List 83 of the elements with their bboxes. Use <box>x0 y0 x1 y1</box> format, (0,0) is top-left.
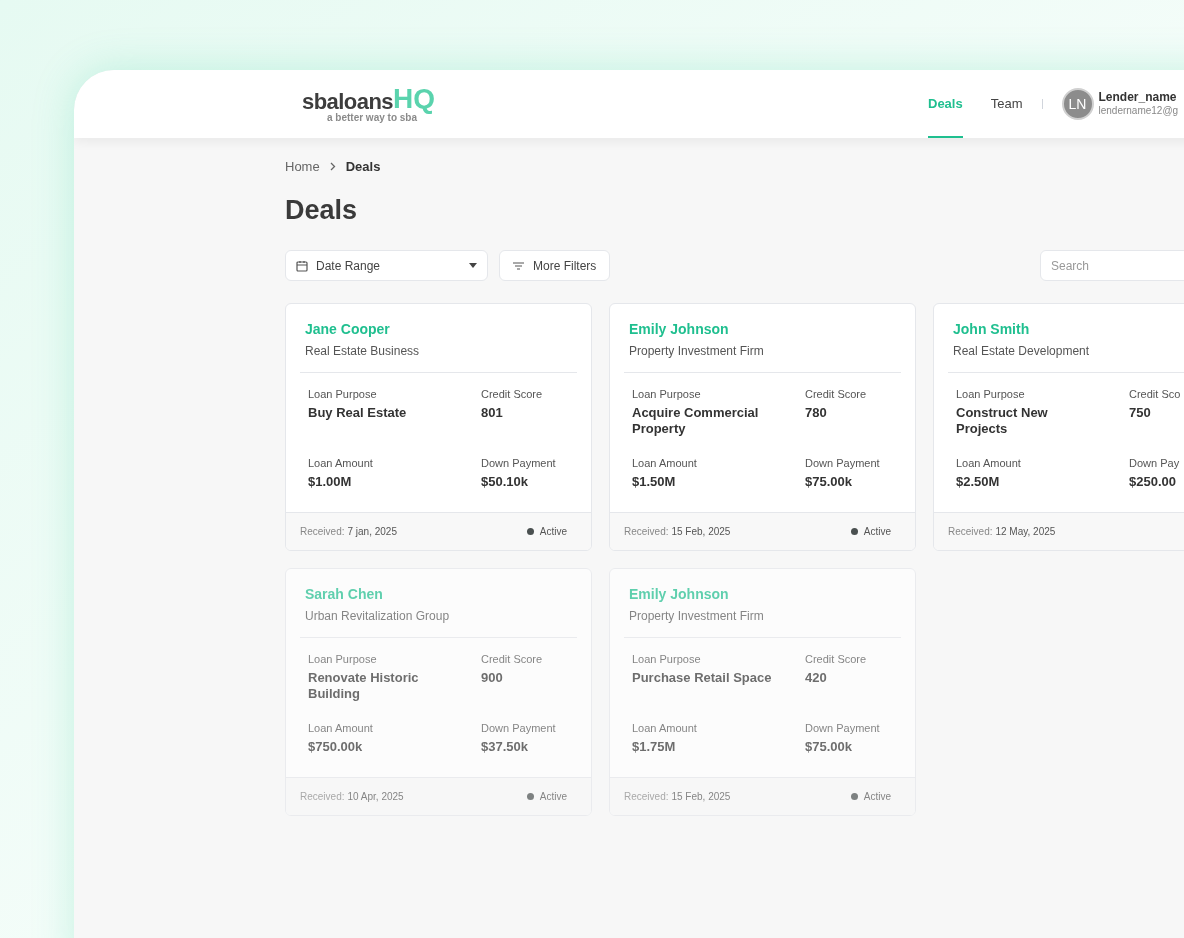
logo-accent: HQ <box>393 85 435 113</box>
field-label: Loan Purpose <box>308 652 378 666</box>
field-label: Down Payment <box>805 456 881 470</box>
field-value: $1.50M <box>632 474 677 491</box>
received-date: 15 Feb, 2025 <box>671 790 731 804</box>
received-label: Received: <box>300 525 345 539</box>
caret-icon <box>469 263 477 268</box>
date-range-dropdown[interactable]: Date Range <box>285 250 488 281</box>
field-value: $250.00 <box>1129 474 1177 491</box>
field-label: Down Payment <box>481 721 557 735</box>
field-label: Loan Amount <box>632 721 698 735</box>
field-label: Loan Purpose <box>956 387 1026 401</box>
field-label: Credit Sco <box>1129 387 1182 401</box>
field-value: 420 <box>805 670 828 687</box>
field-label: Down Payment <box>481 456 557 470</box>
user-name: Lender_name <box>1098 90 1178 106</box>
page-title: Deals <box>285 197 359 224</box>
field-label: Loan Purpose <box>632 387 702 401</box>
deal-card[interactable]: Jane Cooper Real Estate Business Loan Purpose Buy Real Estate Credit Score 801 Loan Amount $1.00M Down Payment $50.10k Received: 7 jan, 2025 Active <box>285 303 592 551</box>
field-value: $1.00M <box>308 474 353 491</box>
field-value: $1.75M <box>632 739 677 756</box>
logo[interactable]: sbaloansHQ a better way to sba <box>285 85 435 123</box>
company-name: Real Estate Business <box>305 344 421 359</box>
field-value: $2.50M <box>956 474 1001 491</box>
received-date: 7 jan, 2025 <box>347 525 397 539</box>
field-label: Credit Score <box>481 387 544 401</box>
field-label: Loan Amount <box>956 456 1022 470</box>
deal-card[interactable]: John Smith Real Estate Development Loan Purpose Construct New Projects Credit Sco 750 Loan Amount $2.50M Down Pay $250.00 Received: 12 May, 2025 <box>933 303 1184 551</box>
company-name: Property Investment Firm <box>629 609 765 624</box>
status-label: Active <box>863 790 891 804</box>
logo-wordmark: sbaloans <box>302 91 393 113</box>
field-label: Loan Amount <box>308 721 374 735</box>
field-value: 750 <box>1129 405 1152 422</box>
deal-card[interactable]: Sarah Chen Urban Revitalization Group Loan Purpose Renovate Historic Building Credit Score 900 Loan Amount $750.00k Down Payment $37.50k Received: 10 Apr, 2025 Active <box>285 568 592 816</box>
calendar-icon <box>296 259 308 272</box>
filter-icon <box>513 261 524 270</box>
field-label: Credit Score <box>481 652 544 666</box>
company-name: Urban Revitalization Group <box>305 609 451 624</box>
field-value: 801 <box>481 405 504 422</box>
nav-divider <box>1041 99 1043 109</box>
received-date: 12 May, 2025 <box>995 525 1056 539</box>
received-label: Received: <box>948 525 993 539</box>
user-email: lendername12@g <box>1098 105 1179 118</box>
field-label: Credit Score <box>805 652 868 666</box>
company-name: Property Investment Firm <box>629 344 765 359</box>
field-label: Loan Amount <box>632 456 698 470</box>
company-name: Real Estate Development <box>953 344 1091 359</box>
field-value: $75.00k <box>805 739 853 756</box>
received-date: 15 Feb, 2025 <box>671 525 731 539</box>
deal-card[interactable]: Emily Johnson Property Investment Firm Loan Purpose Acquire Commercial Property Credit Score 780 Loan Amount $1.50M Down Payment $75.00k Received: 15 Feb, 2025 Active <box>609 303 916 551</box>
field-value: $75.00k <box>805 474 853 491</box>
deal-card[interactable]: Emily Johnson Property Investment Firm Loan Purpose Purchase Retail Space Credit Score 420 Loan Amount $1.75M Down Payment $75.00k Received: 15 Feb, 2025 Active <box>609 568 916 816</box>
nav-tab[interactable]: Team <box>990 70 1023 138</box>
field-label: Loan Purpose <box>308 387 378 401</box>
breadcrumb-link[interactable]: Deals <box>345 156 381 177</box>
field-value: Renovate Historic Building <box>308 670 420 702</box>
field-value: $37.50k <box>481 739 529 756</box>
field-value: Purchase Retail Space <box>632 670 772 687</box>
field-value: Acquire Commercial Property <box>632 405 760 437</box>
breadcrumb-link[interactable]: Home <box>285 156 320 177</box>
received-label: Received: <box>624 790 669 804</box>
field-label: Credit Score <box>805 387 868 401</box>
field-value: Construct New Projects <box>956 405 1049 437</box>
search-field[interactable]: Search <box>1040 250 1184 281</box>
field-label: Down Pay <box>1129 456 1181 470</box>
field-label: Down Payment <box>805 721 881 735</box>
avatar[interactable]: LN <box>1061 88 1094 120</box>
status-label: Active <box>539 525 567 539</box>
field-label: Loan Amount <box>308 456 374 470</box>
status-label: Active <box>539 790 567 804</box>
field-value: $750.00k <box>308 739 364 756</box>
status-label: Active <box>863 525 891 539</box>
more-filters-button[interactable]: More Filters <box>499 250 611 281</box>
field-value: Buy Real Estate <box>308 405 408 422</box>
received-label: Received: <box>300 790 345 804</box>
chevron-right-icon <box>329 162 336 171</box>
field-value: 780 <box>805 405 828 422</box>
received-date: 10 Apr, 2025 <box>347 790 404 804</box>
field-value: $50.10k <box>481 474 529 491</box>
received-label: Received: <box>624 525 669 539</box>
field-label: Loan Purpose <box>632 652 702 666</box>
field-value: 900 <box>481 670 504 687</box>
logo-tagline: a better way to sba <box>326 113 417 123</box>
